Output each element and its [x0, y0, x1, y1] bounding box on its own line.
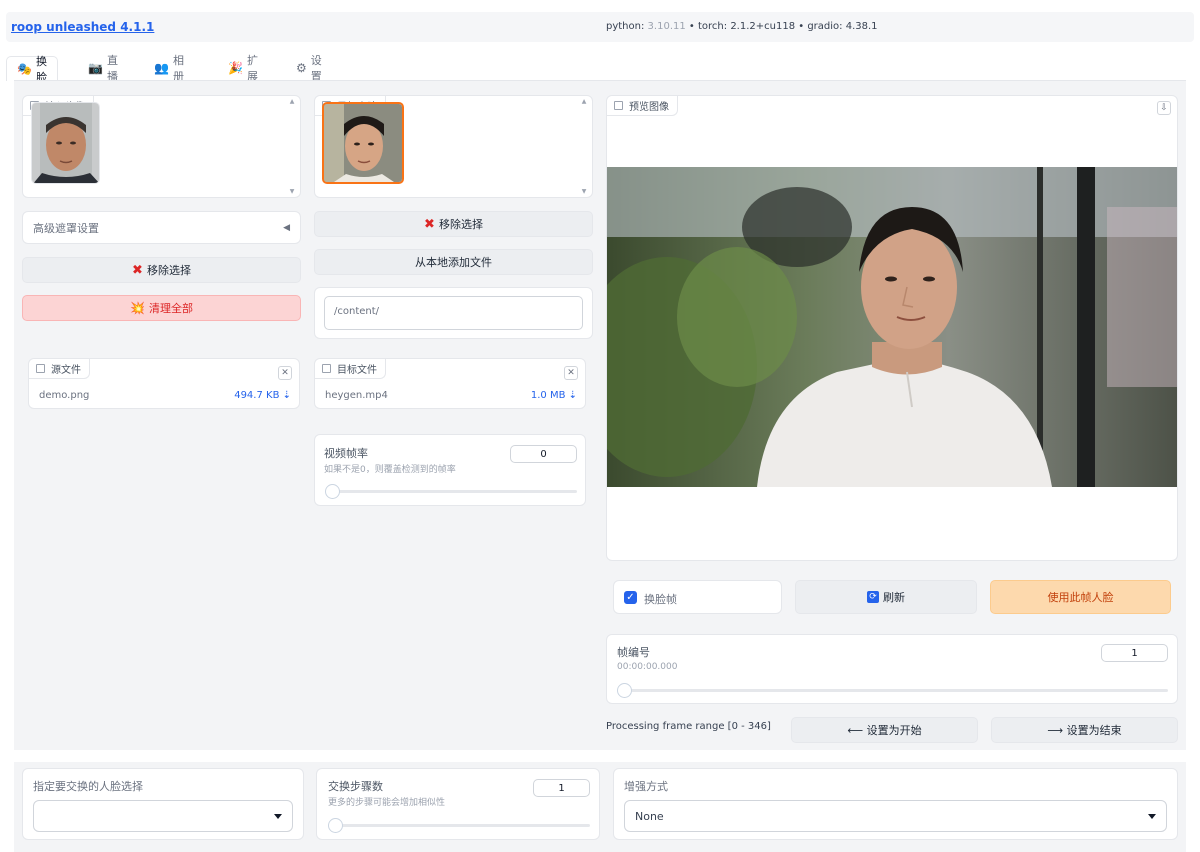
refresh-button[interactable]: ⟳ 刷新	[795, 580, 977, 614]
face-selection-card: 指定要交换的人脸选择	[22, 768, 304, 840]
enhancer-label: 增强方式	[624, 780, 668, 793]
remove-selection-button-middle[interactable]: ✖ 移除选择	[314, 211, 593, 237]
preview-image	[607, 167, 1177, 487]
set-end-button[interactable]: ⟶ 设置为结束	[991, 717, 1178, 743]
target-faces-scrollbar[interactable]: ▲ ▼	[580, 98, 588, 195]
target-file-row[interactable]: heygen.mp4 1.0 MB ⇣	[325, 390, 577, 401]
version-info: python: 3.10.11 • torch: 2.1.2+cu118 • g…	[606, 21, 878, 32]
enhancer-card: 增强方式 None	[613, 768, 1178, 840]
app-title-link[interactable]: roop unleashed 4.1.1	[11, 20, 154, 34]
input-faces-scrollbar[interactable]: ▲ ▼	[288, 98, 296, 195]
cross-icon: ✖	[132, 262, 143, 278]
tab-faceswap[interactable]: 🎭 换脸	[6, 55, 58, 84]
target-files-label: 目标文件	[315, 359, 386, 379]
party-horn-icon: 🎉	[228, 61, 243, 75]
target-files-clear-button[interactable]: ✕	[564, 366, 578, 380]
gear-icon: ⚙	[296, 61, 307, 75]
tab-settings[interactable]: ⚙ 设置	[286, 54, 332, 83]
use-this-frame-face-button[interactable]: 使用此帧人脸	[990, 580, 1171, 614]
swap-steps-title: 交换步骤数	[328, 780, 383, 793]
swap-frame-checkbox-card[interactable]: ✓ 换脸帧	[613, 580, 782, 614]
swap-steps-card: 交换步骤数 更多的步骤可能会增加相似性 1	[316, 768, 600, 840]
source-files-clear-button[interactable]: ✕	[278, 366, 292, 380]
swap-frame-label: 换脸帧	[644, 593, 677, 606]
cross-icon: ✖	[424, 216, 435, 232]
swap-steps-slider-track[interactable]	[330, 824, 590, 827]
tab-extras[interactable]: 🎉 扩展	[218, 54, 268, 83]
face-selection-dropdown[interactable]	[33, 800, 293, 832]
refresh-icon: ⟳	[867, 591, 879, 603]
source-files-card: 源文件 ✕ demo.png 494.7 KB ⇣	[28, 358, 300, 409]
swap-steps-subtitle: 更多的步骤可能会增加相似性	[328, 798, 446, 808]
fps-subtitle: 如果不是0，则覆盖检测到的帧率	[324, 465, 456, 475]
webcam-icon: 📷	[88, 61, 103, 75]
enhancer-dropdown[interactable]: None	[624, 800, 1167, 832]
target-files-card: 目标文件 ✕ heygen.mp4 1.0 MB ⇣	[314, 358, 586, 409]
target-faces-gallery[interactable]: 目标人脸 ▲▼	[314, 95, 593, 198]
image-icon	[614, 101, 623, 110]
file-icon	[36, 364, 45, 373]
swap-steps-number-input[interactable]: 1	[533, 779, 590, 797]
add-local-files-button[interactable]: 从本地添加文件	[314, 249, 593, 275]
set-start-button[interactable]: ⟵ 设置为开始	[791, 717, 978, 743]
caret-down-icon	[274, 813, 282, 819]
source-file-row[interactable]: demo.png 494.7 KB ⇣	[39, 390, 291, 401]
face-selection-label: 指定要交换的人脸选择	[33, 780, 143, 793]
frame-number-slider-track[interactable]	[619, 689, 1168, 692]
masks-icon: 🎭	[17, 62, 32, 76]
frame-number-timestamp: 00:00:00.000	[617, 662, 678, 672]
fps-slider-handle[interactable]	[325, 484, 340, 499]
fps-title: 视频帧率	[324, 447, 368, 460]
remove-selection-button-left[interactable]: ✖ 移除选择	[22, 257, 301, 283]
header-bar	[6, 12, 1194, 42]
path-input-card: /content/	[314, 287, 593, 339]
caret-left-icon: ◀	[283, 222, 290, 233]
people-icon: 👥	[154, 61, 169, 75]
fps-slider-card: 视频帧率 如果不是0，则覆盖检测到的帧率 0	[314, 434, 586, 506]
tab-live[interactable]: 📷 直播	[78, 54, 128, 83]
caret-down-icon	[1148, 813, 1156, 819]
tab-gallery[interactable]: 👥 相册	[144, 54, 194, 83]
swap-frame-checkbox[interactable]: ✓	[624, 591, 637, 604]
fps-number-input[interactable]: 0	[510, 445, 577, 463]
download-icon[interactable]: ⇩	[1157, 101, 1171, 115]
file-icon	[322, 364, 331, 373]
frame-number-title: 帧编号	[617, 646, 650, 659]
source-files-label: 源文件	[29, 359, 90, 379]
frame-range-text: Processing frame range [0 - 346]	[606, 721, 771, 732]
input-faces-gallery[interactable]: 输入头像 ▲▼	[22, 95, 301, 198]
preview-label: 预览图像	[607, 96, 678, 116]
fps-slider-track[interactable]	[327, 490, 577, 493]
frame-number-input[interactable]: 1	[1101, 644, 1168, 662]
input-face-thumb[interactable]	[31, 102, 100, 184]
swap-steps-slider-handle[interactable]	[328, 818, 343, 833]
collision-icon: 💥	[130, 301, 145, 315]
clear-all-button[interactable]: 💥 清理全部	[22, 295, 301, 321]
target-face-thumb[interactable]	[322, 102, 404, 184]
path-input[interactable]: /content/	[324, 296, 583, 330]
advanced-mask-accordion[interactable]: 高级遮罩设置 ◀	[22, 211, 301, 244]
frame-number-slider-handle[interactable]	[617, 683, 632, 698]
frame-number-card: 帧编号 00:00:00.000 1	[606, 634, 1178, 704]
